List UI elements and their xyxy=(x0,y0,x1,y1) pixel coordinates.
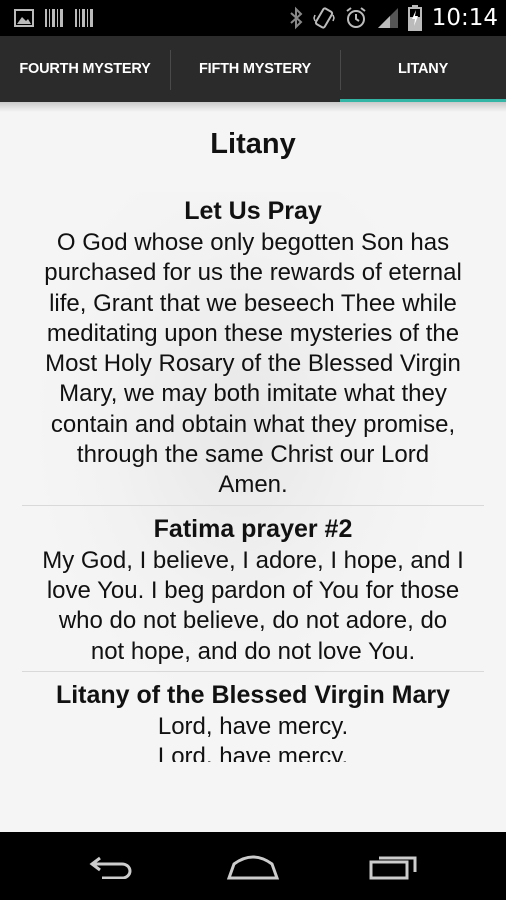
barcode-icon xyxy=(74,8,94,28)
barcode-icon xyxy=(44,8,64,28)
recent-apps-icon xyxy=(369,852,419,880)
tab-fourth-mystery[interactable]: FOURTH MYSTERY xyxy=(0,36,170,102)
image-icon xyxy=(14,9,34,27)
clock: 10:14 xyxy=(431,5,498,31)
system-icons: 10:14 xyxy=(288,5,498,31)
recent-apps-button[interactable] xyxy=(359,846,429,886)
prayer-section: Let Us Pray O God whose only begotten So… xyxy=(22,194,484,506)
vibrate-icon xyxy=(312,6,336,30)
section-body: Lord, have mercy. Lord, have mercy. xyxy=(157,712,349,762)
prayer-scroll-list[interactable]: Let Us Pray O God whose only begotten So… xyxy=(22,194,484,762)
status-bar: 10:14 xyxy=(0,0,506,36)
prayer-section: Litany of the Blessed Virgin Mary Lord, … xyxy=(22,678,484,762)
tab-litany[interactable]: LITANY xyxy=(340,36,506,102)
tab-bar: FOURTH MYSTERY FIFTH MYSTERY LITANY xyxy=(0,36,506,102)
section-body: O God whose only begotten Son has purcha… xyxy=(44,229,462,499)
back-button[interactable] xyxy=(77,846,147,886)
bluetooth-icon xyxy=(288,6,304,30)
notification-icons xyxy=(14,7,94,29)
home-button[interactable] xyxy=(218,846,288,886)
section-title: Let Us Pray xyxy=(184,197,322,225)
alarm-icon xyxy=(344,6,368,30)
battery-icon xyxy=(407,5,422,31)
section-title: Fatima prayer #2 xyxy=(153,514,353,543)
tab-fifth-mystery[interactable]: FIFTH MYSTERY xyxy=(170,36,340,102)
signal-icon xyxy=(376,6,400,30)
tab-shadow xyxy=(0,102,506,112)
navigation-bar xyxy=(0,832,506,900)
prayer-section: Fatima prayer #2 My God, I believe, I ad… xyxy=(22,512,484,672)
home-icon xyxy=(226,852,280,880)
section-title: Litany of the Blessed Virgin Mary xyxy=(55,680,451,709)
page-title: Litany xyxy=(210,128,296,160)
section-body: My God, I believe, I adore, I hope, and … xyxy=(42,546,464,665)
content-area: Litany Let Us Pray O God whose only bego… xyxy=(0,102,506,832)
back-icon xyxy=(88,853,136,879)
